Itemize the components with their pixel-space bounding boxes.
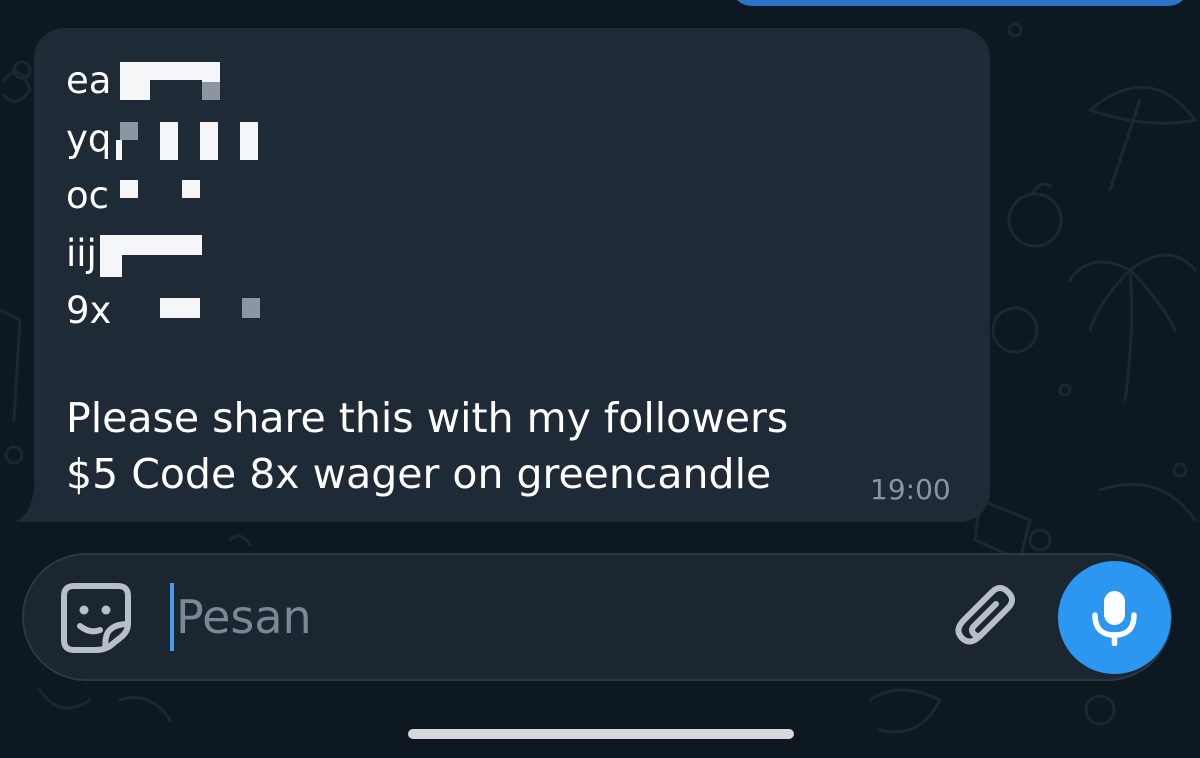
- message-line: Please share this with my followers: [66, 394, 789, 442]
- sticker-icon[interactable]: [60, 582, 132, 654]
- sent-message-bubble[interactable]: [730, 0, 1190, 6]
- redacted-line: yq: [66, 116, 112, 160]
- message-line: $5 Code 8x wager on greencandle: [66, 450, 772, 498]
- microphone-button[interactable]: [1058, 561, 1171, 674]
- redacted-line: 9x: [66, 289, 112, 332]
- microphone-icon: [1092, 591, 1137, 646]
- redacted-text-block: ea yq oc iij 9x: [66, 52, 111, 340]
- chat-screen: ea yq oc iij 9x Please share this with m…: [0, 0, 1200, 758]
- message-input[interactable]: [176, 585, 896, 649]
- message-body: Please share this with my followers $5 C…: [66, 390, 788, 502]
- home-indicator[interactable]: [408, 729, 794, 739]
- redacted-line: ea: [66, 59, 112, 102]
- text-cursor: [170, 583, 174, 651]
- paperclip-icon[interactable]: [950, 582, 1020, 654]
- redacted-line: oc: [66, 174, 109, 217]
- message-timestamp: 19:00: [870, 473, 951, 506]
